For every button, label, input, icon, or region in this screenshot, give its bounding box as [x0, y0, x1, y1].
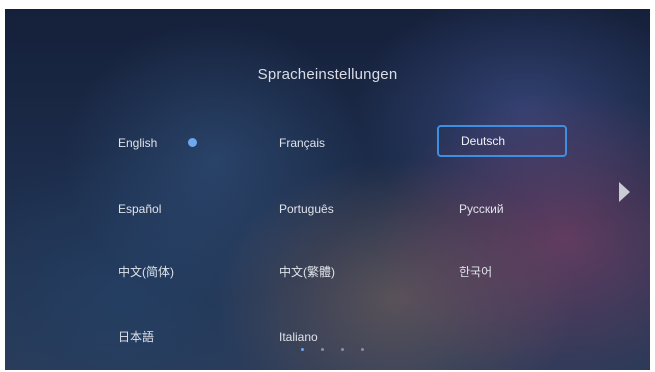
- pagination-dot: [321, 348, 324, 351]
- language-option-spanish[interactable]: Español: [118, 202, 161, 216]
- page-title: Spracheinstellungen: [257, 66, 398, 83]
- language-option-japanese[interactable]: 日本語: [118, 330, 154, 344]
- language-option-chinese-simplified[interactable]: 中文(简体): [118, 265, 174, 279]
- language-option-portuguese[interactable]: Português: [279, 202, 334, 216]
- language-option-russian[interactable]: Русский: [459, 202, 504, 216]
- language-option-italian[interactable]: Italiano: [279, 330, 318, 344]
- language-option-chinese-traditional[interactable]: 中文(繁體): [279, 265, 335, 279]
- language-option-english[interactable]: English: [118, 136, 157, 150]
- pagination-dot: [301, 348, 304, 351]
- language-option-french[interactable]: Français: [279, 136, 325, 150]
- language-option-korean[interactable]: 한국어: [459, 265, 492, 279]
- language-option-german[interactable]: Deutsch: [437, 125, 567, 157]
- chevron-right-icon[interactable]: [619, 182, 630, 202]
- selected-dot-icon: [188, 138, 197, 147]
- pagination-dot: [361, 348, 364, 351]
- pagination-dot: [341, 348, 344, 351]
- language-settings-screen: Spracheinstellungen English Français Deu…: [5, 9, 650, 370]
